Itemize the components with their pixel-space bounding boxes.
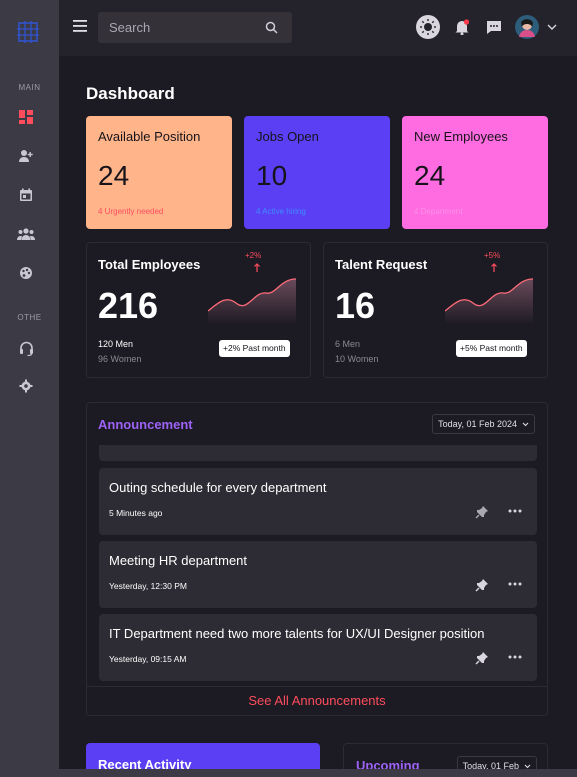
- search-input[interactable]: Search: [98, 12, 292, 43]
- divider: [87, 686, 547, 687]
- sidebar-item-dashboard[interactable]: [17, 108, 35, 126]
- chevron-down-icon: [547, 24, 557, 30]
- sidebar-item-add-user[interactable]: [17, 147, 35, 165]
- sidebar-item-team[interactable]: [17, 225, 35, 243]
- see-all-announcements-link[interactable]: See All Announcements: [87, 693, 547, 708]
- headset-icon: [19, 341, 33, 356]
- talent-request-title: Talent Request: [335, 257, 428, 272]
- user-avatar[interactable]: [515, 15, 539, 39]
- sidebar-item-settings[interactable]: [17, 377, 35, 395]
- stat-card-title: Available Position: [98, 129, 201, 144]
- total-employees-women: 96 Women: [98, 354, 142, 364]
- chat-icon: [487, 20, 501, 34]
- chevron-down-icon: [524, 764, 531, 768]
- announcement-item[interactable]: Outing schedule for every department 5 M…: [99, 468, 537, 535]
- stat-card-jobs-open[interactable]: Jobs Open 10 4 Active hiring: [244, 116, 390, 229]
- total-employees-title: Total Employees: [98, 257, 201, 272]
- stat-card-value: 10: [256, 160, 288, 191]
- announcement-item-partial[interactable]: [99, 445, 537, 461]
- stat-card-subtext: 4 Active hiring: [256, 207, 306, 216]
- stat-card-value: 24: [98, 160, 130, 191]
- stat-card-title: Jobs Open: [256, 129, 319, 144]
- stat-card-title: New Employees: [414, 129, 508, 144]
- total-employees-panel: Total Employees 216 120 Men 96 Women +2%…: [86, 242, 311, 378]
- total-employees-value: 216: [98, 285, 159, 326]
- more-options-icon[interactable]: [507, 504, 523, 518]
- user-menu-chevron[interactable]: [546, 15, 558, 39]
- theme-toggle-button[interactable]: [416, 15, 440, 39]
- team-icon: [17, 228, 35, 240]
- page-title: Dashboard: [86, 84, 175, 103]
- add-user-icon: [19, 150, 33, 162]
- stat-card-subtext: 4 Department: [414, 207, 463, 216]
- arrow-up-icon: [491, 263, 497, 272]
- avatar-icon: [515, 15, 539, 39]
- stat-card-new-employees[interactable]: New Employees 24 4 Department: [402, 116, 548, 229]
- announcement-item[interactable]: Meeting HR department Yesterday, 12:30 P…: [99, 541, 537, 608]
- dashboard-icon: [19, 110, 33, 124]
- announcement-panel: Announcement Today, 01 Feb 2024 Outing s…: [86, 402, 548, 716]
- stat-card-value: 24: [414, 160, 446, 191]
- chevron-down-icon: [522, 422, 529, 426]
- announcement-date-value: Today, 01 Feb 2024: [438, 419, 517, 429]
- bell-icon: [455, 19, 470, 35]
- announcement-item-time: 5 Minutes ago: [109, 508, 163, 518]
- settings-icon: [19, 379, 33, 393]
- talent-request-sparkline: [445, 278, 534, 325]
- total-employees-change: +2%: [245, 251, 262, 260]
- palette-icon: [20, 267, 32, 279]
- announcement-item-title: IT Department need two more talents for …: [109, 626, 485, 641]
- total-employees-badge: +2% Past month: [219, 340, 290, 357]
- sidebar-section-main: MAIN: [18, 83, 41, 92]
- sidebar-item-support[interactable]: [17, 339, 35, 357]
- arrow-up-icon: [254, 263, 260, 272]
- more-options-icon[interactable]: [507, 650, 523, 664]
- stat-card-available-position[interactable]: Available Position 24 4 Urgently needed: [86, 116, 232, 229]
- stat-card-subtext: 4 Urgently needed: [98, 207, 164, 216]
- search-icon[interactable]: [265, 21, 278, 34]
- talent-request-men: 6 Men: [335, 339, 361, 349]
- talent-request-women: 10 Women: [335, 354, 379, 364]
- messages-button[interactable]: [482, 15, 506, 39]
- talent-request-panel: Talent Request 16 6 Men 10 Women +5% +5%…: [323, 242, 548, 378]
- announcement-item-time: Yesterday, 09:15 AM: [109, 654, 187, 664]
- pin-icon[interactable]: [475, 578, 489, 592]
- logo-icon[interactable]: [16, 20, 40, 44]
- calendar-icon: [20, 188, 32, 201]
- sun-icon: [416, 15, 440, 39]
- pin-icon[interactable]: [475, 651, 489, 665]
- menu-icon[interactable]: [73, 20, 87, 32]
- announcement-item-title: Outing schedule for every department: [109, 480, 327, 495]
- notifications-button[interactable]: [450, 15, 474, 39]
- announcement-item-time: Yesterday, 12:30 PM: [109, 581, 187, 591]
- topbar: Search: [59, 0, 577, 56]
- talent-request-value: 16: [335, 285, 376, 326]
- announcement-date-select[interactable]: Today, 01 Feb 2024: [432, 414, 535, 434]
- pin-icon[interactable]: [475, 505, 489, 519]
- sidebar-item-calendar[interactable]: [17, 186, 35, 204]
- announcement-item[interactable]: IT Department need two more talents for …: [99, 614, 537, 681]
- more-options-icon[interactable]: [507, 577, 523, 591]
- sidebar-item-palette[interactable]: [17, 264, 35, 282]
- sidebar: MAIN OTHE: [0, 0, 59, 777]
- search-placeholder: Search: [109, 20, 151, 35]
- announcement-item-title: Meeting HR department: [109, 553, 248, 568]
- talent-request-change: +5%: [484, 251, 501, 260]
- total-employees-men: 120 Men: [98, 339, 134, 349]
- sidebar-section-other: OTHE: [17, 313, 42, 322]
- announcement-title: Announcement: [98, 417, 193, 432]
- app-root: MAIN OTHE Search Dashboard Available Pos…: [0, 0, 577, 777]
- total-employees-sparkline: [208, 278, 297, 325]
- bottom-scrollbar[interactable]: [0, 769, 577, 777]
- talent-request-badge: +5% Past month: [456, 340, 527, 357]
